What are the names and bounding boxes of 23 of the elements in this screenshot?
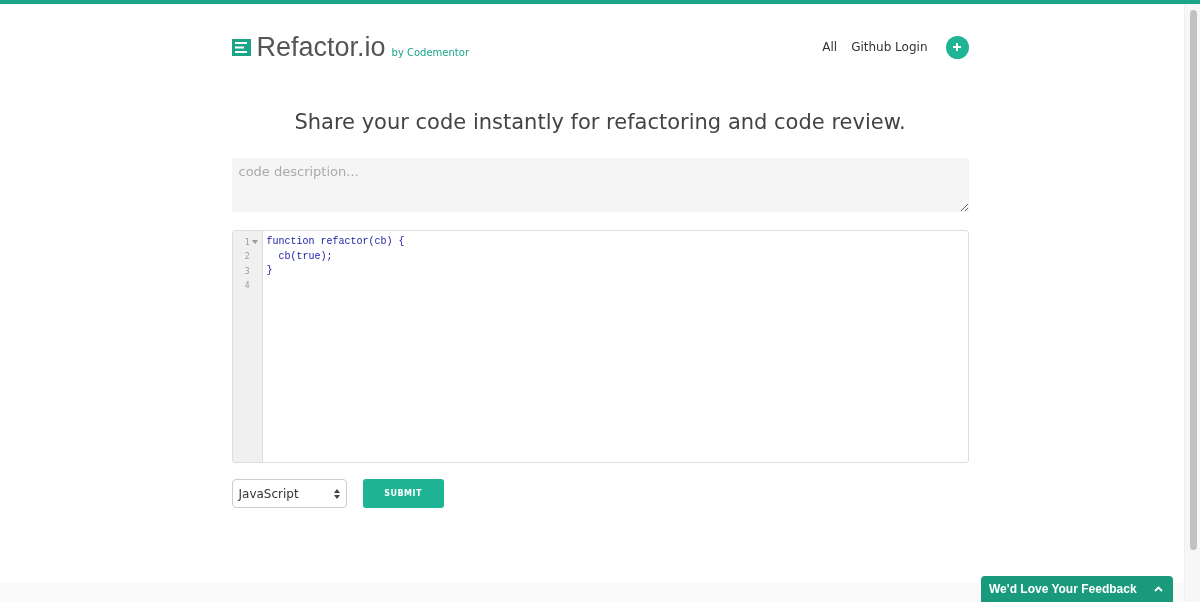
updown-icon [333,488,340,499]
fold-icon[interactable] [251,240,258,245]
line-number: 4 [243,280,251,293]
code-line: function refactor(cb) { [266,235,406,249]
description-field[interactable]: code description... [231,158,969,212]
chevron-up-icon [1154,586,1163,592]
language-select[interactable]: JavaScript [231,479,347,508]
line-number: 2 [243,251,251,264]
line-number: 1 [232,235,262,250]
logo-icon [231,38,251,56]
headline: Share your code instantly for refactoring and code review. [293,110,907,134]
code-editor[interactable]: 1 2 3 4 function refactor(cb) { cb(true); } [231,230,969,463]
byline: by Codementor [391,46,469,58]
plus-icon [953,43,961,51]
code-line: } [266,264,274,278]
scrollbar[interactable] [1184,4,1200,602]
nav-link[interactable]: All [822,40,838,54]
feedback-tab[interactable]: We'd Love Your Feedback [981,576,1173,602]
logo[interactable]: Refactor.io [256,31,386,63]
code-line: cb(true); [277,249,334,264]
nav-link[interactable]: Github Login [851,40,928,54]
add-button[interactable] [945,35,969,59]
line-number: 3 [243,265,251,278]
